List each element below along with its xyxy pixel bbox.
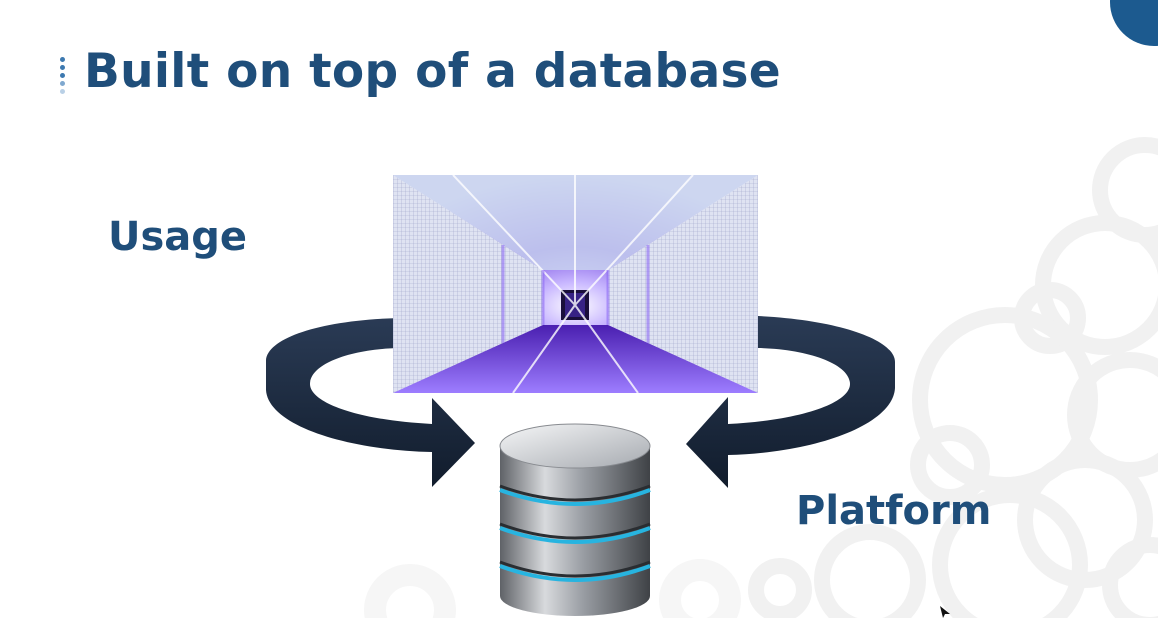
database-cylinder-icon — [499, 423, 651, 616]
server-corridor-photo — [393, 175, 758, 393]
mouse-cursor-icon — [940, 606, 950, 618]
platform-label: Platform — [796, 488, 992, 534]
slide: Built on top of a database Usage Platfor… — [0, 0, 1158, 618]
usage-label: Usage — [108, 214, 248, 260]
